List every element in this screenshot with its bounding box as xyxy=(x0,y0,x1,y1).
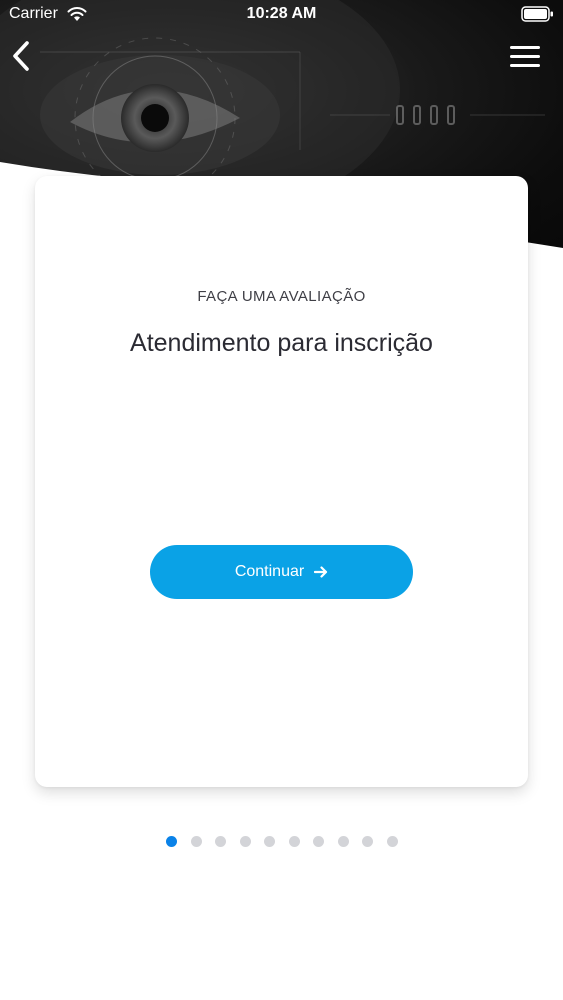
card-title: Atendimento para inscrição xyxy=(130,329,433,357)
page-dot[interactable] xyxy=(362,836,373,847)
card-eyebrow-label: FAÇA UMA AVALIAÇÃO xyxy=(197,288,366,305)
menu-button[interactable] xyxy=(509,44,541,70)
page-dot[interactable] xyxy=(313,836,324,847)
continue-button-label: Continuar xyxy=(234,563,305,580)
continue-button[interactable]: Continuar xyxy=(150,545,413,599)
page-dot[interactable] xyxy=(215,836,226,847)
page-dot[interactable] xyxy=(239,836,251,847)
page-dot[interactable] xyxy=(337,836,349,847)
status-bar: Carrier 10:28 AM xyxy=(0,0,563,30)
page-dot[interactable] xyxy=(190,836,202,847)
page-dot[interactable] xyxy=(166,836,177,847)
page-dot[interactable] xyxy=(288,836,300,847)
hamburger-menu-icon xyxy=(510,46,540,67)
page-indicator xyxy=(0,835,563,849)
arrow-right-icon xyxy=(314,566,328,578)
back-button[interactable] xyxy=(8,38,34,74)
chevron-left-icon xyxy=(13,41,29,71)
page-dot[interactable] xyxy=(386,836,398,847)
battery-icon xyxy=(521,6,553,22)
page-dot[interactable] xyxy=(264,836,275,847)
clock-time: 10:28 AM xyxy=(246,5,317,22)
evaluation-card: FAÇA UMA AVALIAÇÃO Atendimento para insc… xyxy=(35,176,528,787)
